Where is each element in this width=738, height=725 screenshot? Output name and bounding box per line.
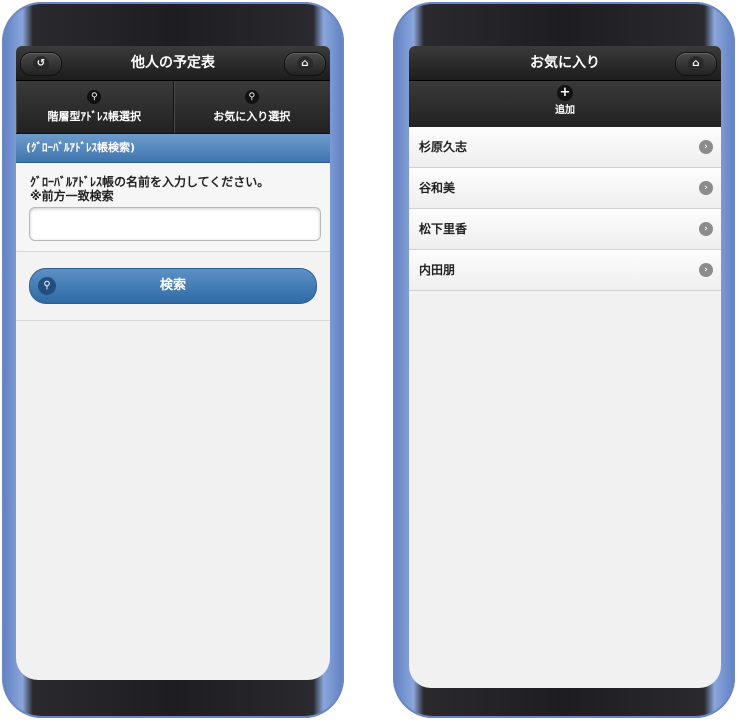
favorite-name: 内田朋 [419,263,456,277]
page-title: 他人の予定表 [131,55,215,71]
search-form: ｸﾞﾛｰﾊﾞﾙｱﾄﾞﾚｽ帳の名前を入力してください。 ※前方一致検索 [16,163,330,252]
favorite-name: 杉原久志 [419,140,468,154]
phone-frame-left: ↺ 他人の予定表 ⌂ ⚲ 階層型ｱﾄﾞﾚｽ帳選択 ⚲ お気に入り選択 (ｸﾞﾛｰ… [2,2,344,718]
home-button[interactable]: ⌂ [675,52,717,76]
home-icon: ⌂ [688,56,704,72]
list-item[interactable]: 杉原久志 › [409,127,721,168]
screen-right: お気に入り ⌂ + 追加 杉原久志 › 谷和美 › 松下里香 › 内田朋 › [409,46,721,688]
favorite-name: 谷和美 [419,181,456,195]
section-title: (ｸﾞﾛｰﾊﾞﾙｱﾄﾞﾚｽ帳検索) [16,134,330,163]
instruction-note: ※前方一致検索 [30,189,114,203]
screen-left: ↺ 他人の予定表 ⌂ ⚲ 階層型ｱﾄﾞﾚｽ帳選択 ⚲ お気に入り選択 (ｸﾞﾛｰ… [16,46,330,680]
nav-label: お気に入り選択 [213,110,291,123]
search-button-label: 検索 [159,278,186,293]
chevron-right-icon: › [699,263,713,277]
name-search-input[interactable] [29,207,321,241]
add-label: 追加 [555,105,575,116]
chevron-right-icon: › [699,222,713,236]
button-area: ⚲ 検索 [16,252,330,321]
header-bar: ↺ 他人の予定表 ⌂ [16,46,330,81]
list-item[interactable]: 内田朋 › [409,250,721,291]
instruction-text: ｸﾞﾛｰﾊﾞﾙｱﾄﾞﾚｽ帳の名前を入力してください。 [30,175,270,189]
plus-icon: + [557,85,573,101]
add-button[interactable]: + 追加 [409,81,721,127]
phone-frame-right: お気に入り ⌂ + 追加 杉原久志 › 谷和美 › 松下里香 › 内田朋 › [393,2,735,718]
back-button[interactable]: ↺ [20,52,62,76]
nav-favorites-select[interactable]: ⚲ お気に入り選択 [174,81,331,133]
nav-label: 階層型ｱﾄﾞﾚｽ帳選択 [47,110,142,123]
home-icon: ⌂ [297,56,313,72]
favorites-list: 杉原久志 › 谷和美 › 松下里香 › 内田朋 › [409,127,721,291]
search-icon: ⚲ [38,277,56,295]
list-item[interactable]: 谷和美 › [409,168,721,209]
chevron-right-icon: › [699,181,713,195]
home-button[interactable]: ⌂ [284,52,326,76]
search-icon: ⚲ [87,90,102,104]
back-icon: ↺ [33,56,49,72]
chevron-right-icon: › [699,140,713,154]
favorite-name: 松下里香 [419,222,468,236]
header-bar: お気に入り ⌂ [409,46,721,81]
page-title: お気に入り [530,55,600,71]
navbar: ⚲ 階層型ｱﾄﾞﾚｽ帳選択 ⚲ お気に入り選択 [16,81,330,134]
list-item[interactable]: 松下里香 › [409,209,721,250]
search-icon: ⚲ [244,90,259,104]
nav-hierarchical-addressbook[interactable]: ⚲ 階層型ｱﾄﾞﾚｽ帳選択 [16,81,174,133]
search-button[interactable]: ⚲ 検索 [29,268,317,304]
